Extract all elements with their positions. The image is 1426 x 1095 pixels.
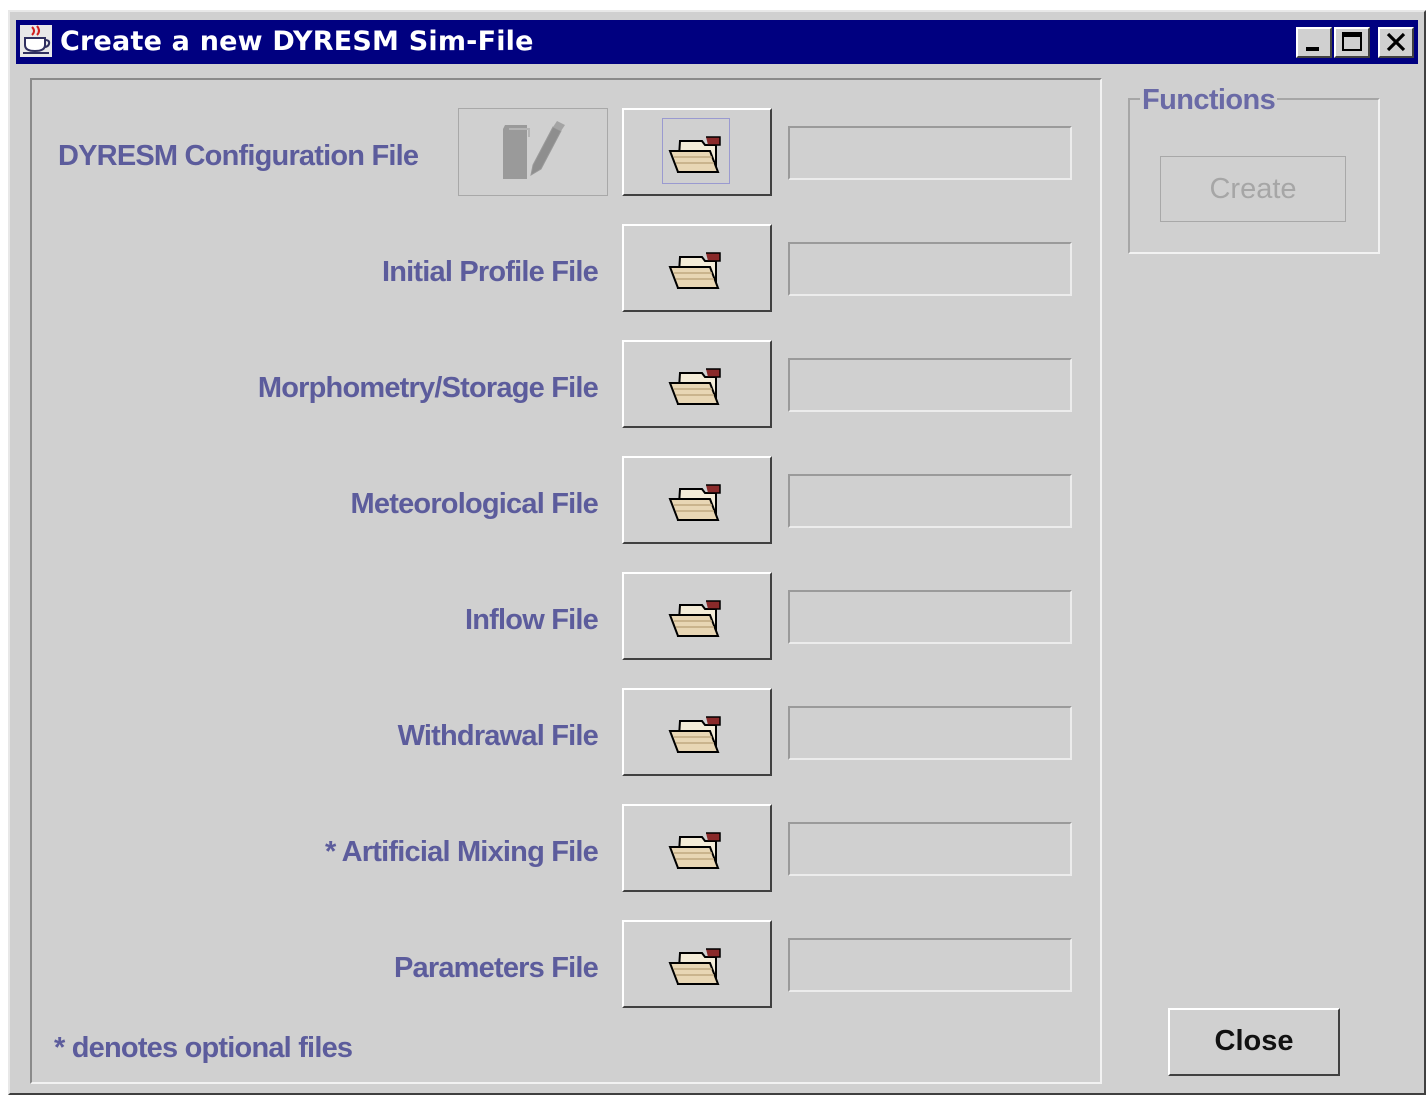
java-coffee-cup-icon[interactable] bbox=[20, 25, 52, 57]
browse-withdrawal-button[interactable] bbox=[622, 688, 772, 776]
functions-group-title: Functions bbox=[1140, 82, 1278, 118]
maximize-icon bbox=[1342, 32, 1362, 51]
morphometry-path-field[interactable] bbox=[788, 358, 1072, 412]
label-withdrawal-file: Withdrawal File bbox=[397, 720, 599, 752]
label-initial-profile-file: Initial Profile File bbox=[381, 256, 599, 288]
maximize-button[interactable] bbox=[1334, 27, 1370, 58]
minimize-button[interactable] bbox=[1296, 27, 1332, 58]
folder-open-icon bbox=[668, 716, 721, 753]
browse-initial-profile-button[interactable] bbox=[622, 224, 772, 312]
initial-profile-path-field[interactable] bbox=[788, 242, 1072, 296]
create-button[interactable]: Create bbox=[1160, 156, 1346, 222]
label-dyresm-configuration-file: DYRESM Configuration File bbox=[58, 140, 419, 172]
artificial-mixing-path-field[interactable] bbox=[788, 822, 1072, 876]
browse-meteorological-button[interactable] bbox=[622, 456, 772, 544]
folder-open-icon bbox=[668, 136, 721, 173]
folder-open-icon bbox=[668, 484, 721, 521]
window-title: Create a new DYRESM Sim-File bbox=[60, 26, 534, 57]
optional-files-footnote: * denotes optional files bbox=[54, 1032, 353, 1064]
label-parameters-file: Parameters File bbox=[393, 952, 599, 984]
browse-configuration-button[interactable] bbox=[622, 108, 772, 196]
parameters-path-field[interactable] bbox=[788, 938, 1072, 992]
inflow-path-field[interactable] bbox=[788, 590, 1072, 644]
browse-artificial-mixing-button[interactable] bbox=[622, 804, 772, 892]
withdrawal-path-field[interactable] bbox=[788, 706, 1072, 760]
folder-open-icon bbox=[668, 600, 721, 637]
folder-open-icon bbox=[668, 832, 721, 869]
close-window-button[interactable] bbox=[1378, 27, 1414, 58]
label-artificial-mixing-file: * Artificial Mixing File bbox=[325, 836, 599, 868]
configuration-path-field[interactable] bbox=[788, 126, 1072, 180]
title-bar[interactable]: Create a new DYRESM Sim-File bbox=[16, 20, 1418, 64]
browse-inflow-button[interactable] bbox=[622, 572, 772, 660]
meteorological-path-field[interactable] bbox=[788, 474, 1072, 528]
dialog-window: Create a new DYRESM Sim-File DYRESM Conf… bbox=[8, 10, 1426, 1095]
browse-parameters-button[interactable] bbox=[622, 920, 772, 1008]
folder-open-icon bbox=[668, 948, 721, 985]
close-button[interactable]: Close bbox=[1168, 1008, 1340, 1076]
label-morphometry-storage-file: Morphometry/Storage File bbox=[257, 372, 599, 404]
file-selection-panel bbox=[30, 78, 1102, 1084]
close-icon bbox=[1386, 32, 1406, 52]
label-meteorological-file: Meteorological File bbox=[350, 488, 599, 520]
folder-open-icon bbox=[668, 252, 721, 289]
edit-pencil-icon bbox=[503, 121, 565, 179]
label-inflow-file: Inflow File bbox=[465, 604, 599, 636]
minimize-icon bbox=[1306, 47, 1319, 51]
edit-configuration-button[interactable] bbox=[458, 108, 608, 196]
folder-open-icon bbox=[668, 368, 721, 405]
browse-morphometry-button[interactable] bbox=[622, 340, 772, 428]
